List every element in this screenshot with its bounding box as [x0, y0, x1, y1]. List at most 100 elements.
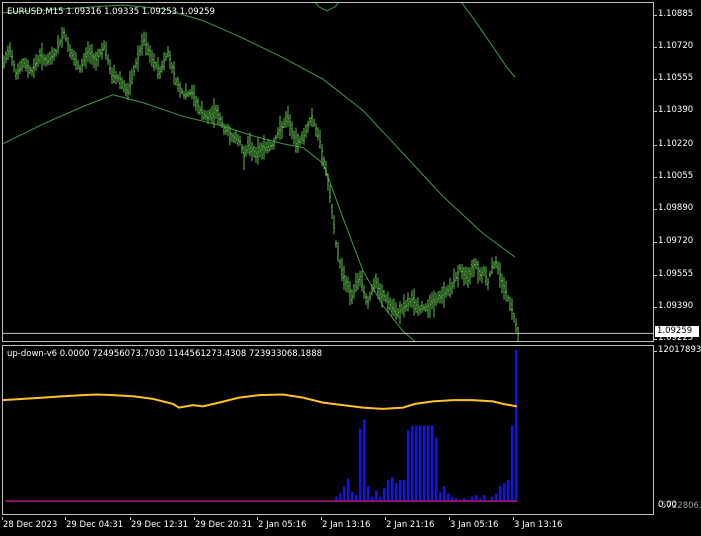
price-bar: [363, 285, 365, 299]
price-bar: [31, 67, 33, 77]
price-bar: [343, 265, 345, 290]
chart-symbol-title: EURUSD,M15 1.09316 1.09335 1.09253 1.092…: [7, 7, 215, 17]
price-bar: [109, 59, 111, 75]
price-bar: [441, 286, 443, 304]
price-bar: [149, 45, 151, 64]
price-tick-mark: [654, 111, 657, 113]
price-bar: [503, 276, 505, 300]
indicator-histogram-bar: [427, 425, 430, 501]
price-bar: [271, 141, 273, 150]
price-axis[interactable]: 1.09225 1.09390 1.09555 1.09720 1.09890 1.100…: [654, 0, 701, 345]
time-tick-mark: [385, 517, 386, 520]
price-bar: [293, 130, 295, 145]
price-bar: [337, 241, 339, 262]
indicator-histogram-bar: [435, 437, 438, 502]
indicator-histogram-bar: [355, 495, 358, 502]
price-tick-mark: [654, 274, 657, 276]
price-bar: [53, 48, 55, 61]
indicator-pane[interactable]: up-down-v6 0.0000 724956073.7030 1144561…: [2, 345, 654, 515]
price-tick-label: 1.10555: [658, 73, 694, 84]
price-bar: [55, 48, 57, 57]
price-bar: [307, 120, 309, 133]
price-chart-pane[interactable]: EURUSD,M15 1.09316 1.09335 1.09253 1.092…: [2, 2, 654, 342]
time-axis[interactable]: 28 Dec 2023 29 Dec 04:31 29 Dec 12:31 29 De…: [0, 517, 701, 536]
indicator-histogram-bar: [503, 483, 506, 502]
price-bar: [167, 46, 169, 58]
price-bar: [11, 49, 13, 66]
indicator-axis[interactable]: 1201789330 -572280630 0.00: [654, 345, 701, 517]
price-tick-label: 1.09390: [658, 300, 694, 311]
indicator-histogram-bar: [423, 425, 426, 501]
price-bar: [63, 27, 65, 39]
price-bar: [465, 266, 467, 285]
price-bar: [395, 302, 397, 320]
price-bar: [159, 66, 161, 79]
price-bar: [333, 215, 335, 235]
price-bar: [35, 54, 37, 71]
price-bar: [405, 300, 407, 312]
price-bar: [475, 258, 477, 270]
price-bar: [85, 47, 87, 69]
indicator-histogram-bar: [515, 350, 518, 502]
time-tick-mark: [321, 517, 322, 520]
price-bar: [429, 294, 431, 318]
price-bar: [117, 74, 119, 83]
price-bar: [235, 129, 237, 144]
price-bar: [283, 118, 285, 128]
price-bar: [29, 65, 31, 75]
price-bar: [411, 290, 413, 309]
price-bar: [161, 60, 163, 73]
price-bar: [457, 265, 459, 288]
price-bar: [49, 51, 51, 65]
price-bar: [203, 109, 205, 121]
price-bar: [433, 290, 435, 318]
indicator-histogram-bar: [395, 483, 398, 502]
price-bar: [365, 293, 367, 305]
price-bar: [61, 26, 63, 48]
price-bar: [453, 268, 455, 289]
indicator-histogram-bar: [367, 486, 370, 502]
price-bar: [175, 77, 177, 86]
price-bar: [265, 141, 267, 154]
price-bar: [451, 282, 453, 295]
price-bar: [231, 132, 233, 142]
price-bar: [169, 50, 171, 70]
price-bar: [361, 270, 363, 292]
price-bar: [5, 50, 7, 64]
price-bar: [227, 123, 229, 137]
chart-window[interactable]: EURUSD,M15 1.09316 1.09335 1.09253 1.092…: [0, 0, 701, 536]
price-bar: [311, 107, 313, 127]
price-bar: [129, 70, 131, 96]
price-bar: [399, 301, 401, 325]
price-bar: [127, 83, 129, 101]
price-bar: [279, 115, 281, 140]
price-bar: [9, 42, 11, 57]
indicator-histogram-bar: [339, 493, 342, 502]
indicator-title: up-down-v6 0.0000 724956073.7030 1144561…: [7, 349, 323, 359]
price-bar: [215, 104, 217, 119]
price-bar: [297, 133, 299, 154]
price-bar: [171, 62, 173, 74]
price-bar: [183, 91, 185, 100]
price-bar: [191, 84, 193, 100]
price-bar: [493, 261, 495, 269]
price-bar: [383, 289, 385, 302]
price-bar: [87, 41, 89, 62]
price-bar: [7, 45, 9, 61]
price-bar: [515, 318, 517, 333]
price-tick-mark: [654, 306, 657, 308]
indicator-histogram-bar: [447, 493, 450, 502]
price-bar: [73, 50, 75, 66]
time-tick-label: 3 Jan 13:16: [514, 520, 563, 530]
price-bar: [257, 137, 259, 165]
price-bar: [33, 57, 35, 79]
price-bar: [133, 64, 135, 77]
price-bar: [269, 140, 271, 152]
price-bar: [255, 147, 257, 163]
indicator-histogram-bar: [359, 428, 362, 502]
price-bar: [385, 294, 387, 304]
price-bar: [277, 127, 279, 139]
price-bar: [469, 267, 471, 285]
price-bar: [459, 264, 461, 273]
price-bar: [131, 68, 133, 85]
